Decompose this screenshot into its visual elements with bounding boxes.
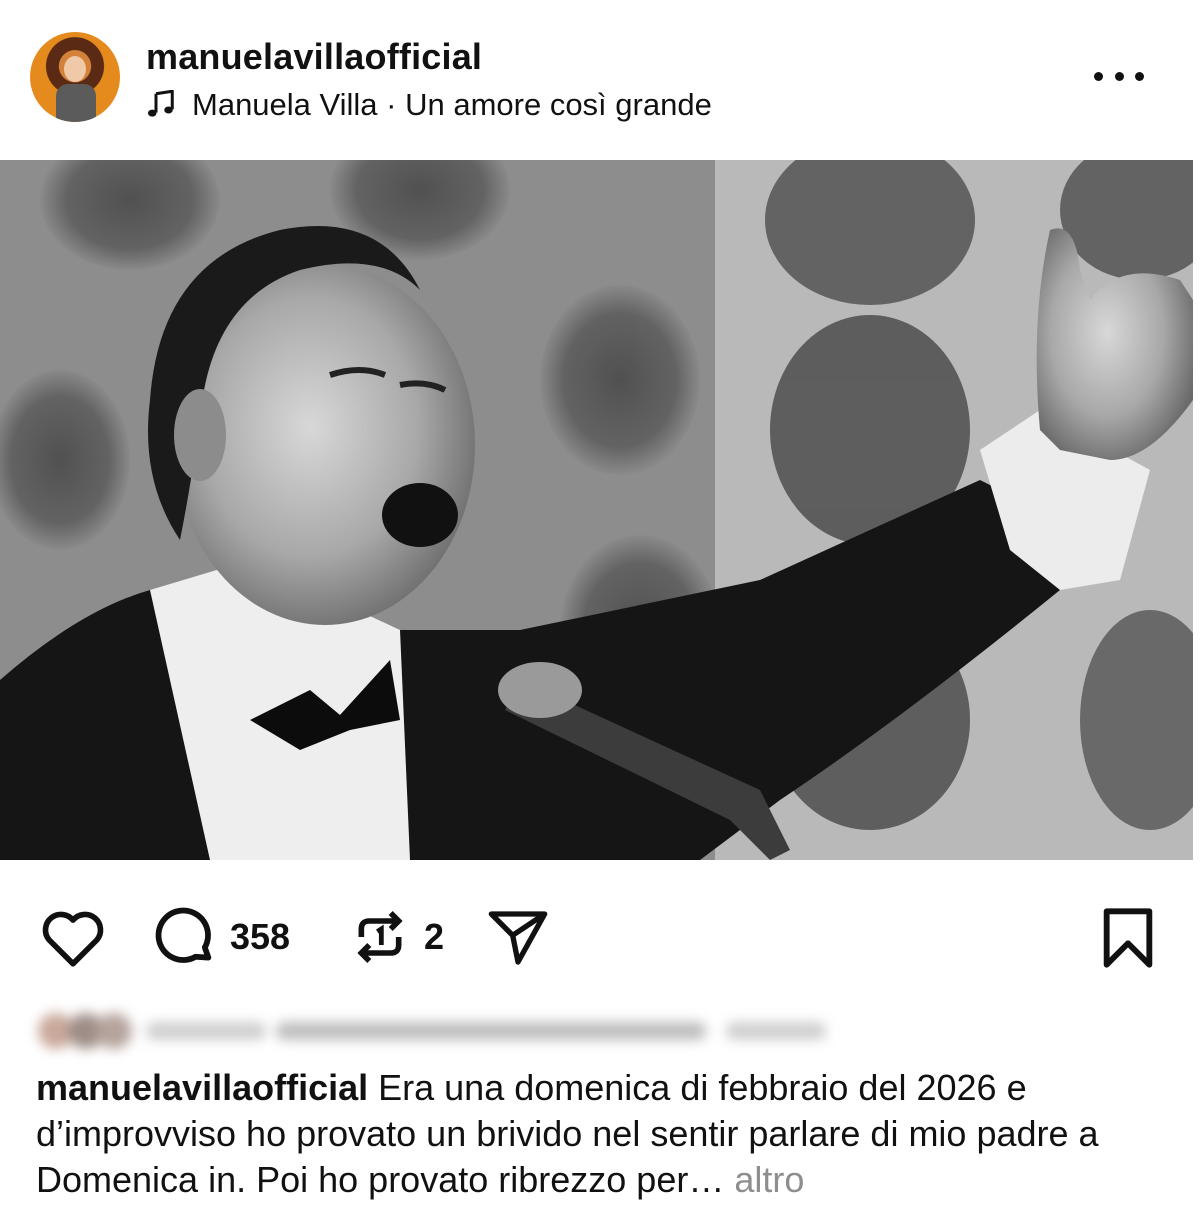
dot	[1114, 71, 1124, 81]
comment-icon	[155, 907, 212, 963]
repost-button[interactable]: 2	[348, 904, 444, 970]
action-bar: 358 2	[0, 880, 1200, 990]
post-caption: manuelavillaofficial Era una domenica di…	[36, 1065, 1176, 1203]
liked-by-blurred	[38, 1013, 826, 1049]
repost-count: 2	[424, 916, 445, 957]
audio-row[interactable]: Manuela Villa · Un amore così grande	[146, 86, 712, 124]
post-header: manuelavillaofficial Manuela Villa · Un …	[0, 0, 1200, 150]
dot	[1135, 71, 1144, 81]
like-button[interactable]	[38, 906, 108, 968]
heart-icon	[42, 911, 104, 967]
more-options-button[interactable]	[1094, 66, 1144, 86]
share-button[interactable]	[484, 906, 552, 970]
save-button[interactable]	[1098, 906, 1158, 970]
caption-username[interactable]: manuelavillaofficial	[36, 1067, 368, 1108]
comment-count: 358	[230, 916, 291, 957]
post-image[interactable]	[0, 160, 1193, 860]
caption-more-link[interactable]: altro	[724, 1159, 804, 1200]
send-icon	[488, 911, 548, 965]
avatar-face	[64, 56, 86, 82]
singer-photo	[0, 160, 1193, 860]
post-username[interactable]: manuelavillaofficial	[146, 36, 482, 78]
dot	[1094, 71, 1103, 81]
liked-by-row[interactable]	[36, 1008, 836, 1054]
bookmark-icon	[1103, 908, 1153, 968]
avatar[interactable]	[30, 32, 120, 122]
avatar-body	[56, 84, 96, 122]
repost-icon	[357, 911, 403, 963]
audio-label: Manuela Villa · Un amore così grande	[192, 87, 712, 122]
comment-button[interactable]: 358	[152, 904, 290, 970]
music-note-icon	[148, 90, 174, 117]
